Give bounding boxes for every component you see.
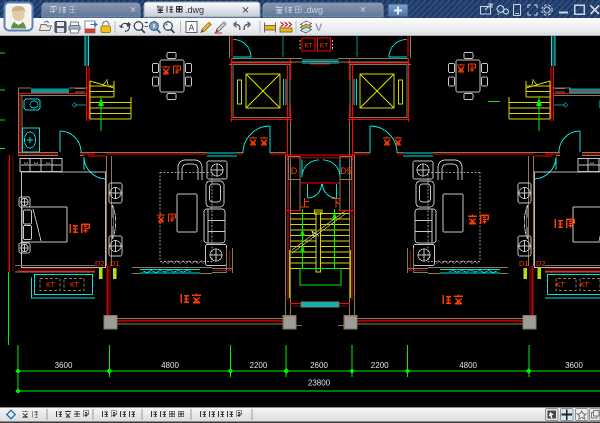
svg-text:D2: D2 xyxy=(536,259,546,268)
svg-text:KT: KT xyxy=(70,282,80,289)
svg-text:KT: KT xyxy=(556,282,566,289)
svg-text:D: D xyxy=(291,166,298,176)
svg-text:D1: D1 xyxy=(110,259,120,268)
svg-text:KT: KT xyxy=(304,43,312,50)
svg-text:3600: 3600 xyxy=(55,361,73,370)
svg-text:2200: 2200 xyxy=(250,361,268,370)
svg-text:.dwg: .dwg xyxy=(304,5,323,15)
svg-text:KT: KT xyxy=(46,282,56,289)
svg-text:D1: D1 xyxy=(519,259,529,268)
svg-text:D2: D2 xyxy=(95,259,105,268)
svg-text:A: A xyxy=(189,23,195,33)
svg-text:KT: KT xyxy=(580,282,590,289)
svg-text:D5: D5 xyxy=(340,166,352,176)
svg-text:2600: 2600 xyxy=(310,361,328,370)
svg-text:4800: 4800 xyxy=(459,361,477,370)
svg-text:3600: 3600 xyxy=(565,361,583,370)
svg-text:V: V xyxy=(315,22,323,34)
svg-text:23800: 23800 xyxy=(308,379,331,388)
svg-text:KT: KT xyxy=(320,43,328,50)
svg-text:4800: 4800 xyxy=(161,361,179,370)
svg-text:.dwg: .dwg xyxy=(185,5,204,15)
svg-text:2200: 2200 xyxy=(371,361,389,370)
